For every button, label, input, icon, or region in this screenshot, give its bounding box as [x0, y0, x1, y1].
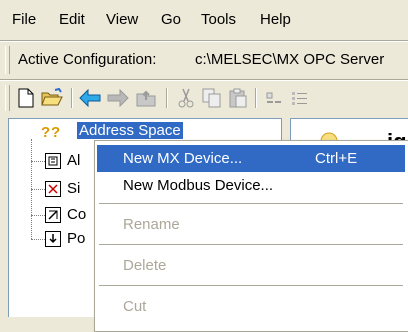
tree-node-label: Address Space	[77, 122, 183, 139]
menu-help[interactable]: Help	[260, 11, 291, 28]
toolbar-grip[interactable]	[5, 46, 10, 74]
configuration-bar: Active Configuration: c:\MELSEC\MX OPC S…	[0, 42, 408, 78]
tree-connector	[31, 189, 45, 190]
tree-node-label: Co	[67, 206, 87, 223]
menu-item-label: New MX Device...	[123, 150, 243, 167]
tree-node-label: Al	[67, 152, 81, 169]
communication-device-icon	[45, 207, 61, 223]
svg-text:?: ?	[51, 124, 60, 140]
menu-item-shortcut: Ctrl+E	[315, 150, 358, 167]
svg-text:?: ?	[41, 124, 50, 140]
tree-node-label: Po	[67, 230, 86, 247]
toolbar-separator	[166, 88, 168, 108]
forward-arrow-icon[interactable]	[106, 87, 130, 109]
menu-item-label: Rename	[123, 216, 180, 233]
open-folder-icon[interactable]	[40, 87, 64, 109]
menu-tools[interactable]: Tools	[201, 11, 236, 28]
address-space-icon: ? ?	[41, 124, 60, 140]
menu-separator	[99, 203, 403, 204]
small-icons-icon[interactable]	[288, 87, 312, 109]
alarm-device-icon	[45, 153, 61, 169]
menu-item-delete[interactable]: Delete	[97, 252, 405, 279]
menu-file[interactable]: File	[12, 11, 36, 28]
toolbar-separator	[255, 88, 257, 108]
active-configuration-path: c:\MELSEC\MX OPC Server	[195, 51, 385, 68]
tree-connector	[31, 239, 45, 240]
menu-go[interactable]: Go	[161, 11, 181, 28]
context-menu: New MX Device... Ctrl+E New Modbus Devic…	[94, 140, 408, 332]
simulation-device-icon	[45, 181, 61, 197]
menu-separator	[99, 244, 403, 245]
tree-node-label: Si	[67, 180, 81, 197]
menu-item-label: Cut	[123, 298, 147, 315]
copy-icon[interactable]	[200, 87, 224, 109]
menu-item-new-modbus-device[interactable]: New Modbus Device...	[97, 172, 405, 199]
tree-connector	[31, 215, 45, 216]
menu-separator	[99, 285, 403, 286]
toolbar-separator	[71, 88, 73, 108]
new-document-icon[interactable]	[14, 87, 38, 109]
up-folder-icon[interactable]	[134, 87, 158, 109]
active-configuration-label: Active Configuration:	[18, 51, 157, 68]
large-icons-icon[interactable]	[262, 87, 286, 109]
toolbar	[0, 81, 408, 115]
back-arrow-icon[interactable]	[78, 87, 102, 109]
tree-connector	[31, 161, 45, 162]
menu-item-label: Delete	[123, 257, 167, 274]
menu-item-label: New Modbus Device...	[123, 177, 274, 194]
menu-item-new-mx-device[interactable]: New MX Device... Ctrl+E	[97, 145, 405, 172]
polling-device-icon	[45, 231, 61, 247]
tree-node-address-space[interactable]: ? ? Address Space	[37, 121, 197, 141]
menu-view[interactable]: View	[106, 11, 138, 28]
cut-icon[interactable]	[174, 87, 198, 109]
menu-edit[interactable]: Edit	[59, 11, 85, 28]
menu-bar: File Edit View Go Tools Help	[0, 0, 408, 40]
paste-icon[interactable]	[226, 87, 250, 109]
toolbar-grip[interactable]	[5, 85, 10, 111]
menu-item-rename[interactable]: Rename	[97, 211, 405, 238]
